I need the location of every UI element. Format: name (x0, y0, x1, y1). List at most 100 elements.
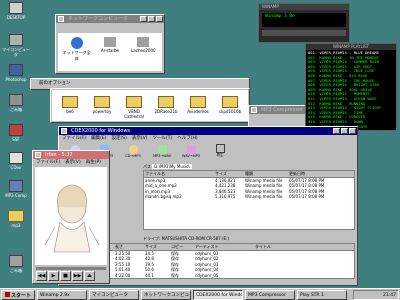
folder-powertoy[interactable]: powertoy (90, 96, 114, 115)
tool-cd-mp3[interactable]: CD→MP3 (120, 144, 146, 158)
taskbar-mp3comp[interactable]: MP3 Compressor (245, 289, 296, 300)
figure-illustration (44, 184, 100, 253)
player-menubar: ファイル(F) 表示(V) 再生(P) (33, 159, 109, 166)
network-content: ネットワーク全体 Ar-starbe Lacheo2000 (58, 33, 162, 71)
maximize-button[interactable] (341, 128, 348, 134)
player-seekbar[interactable] (36, 267, 106, 270)
folder-ckpd[interactable]: ckpd1016b (218, 96, 242, 115)
player-icon (35, 152, 41, 158)
player-menu-view[interactable]: 表示(V) (65, 159, 81, 166)
folder-be6[interactable]: be6 (58, 96, 82, 115)
play-button[interactable]: ▶ (48, 271, 59, 281)
file-row[interactable]: mandri.bgisq.mp3 5,316,975 Winamp media fi… (144, 194, 354, 200)
system-tray-clock: 21:47 (353, 289, 399, 300)
desktop-icon-ssf[interactable]: SSF (2, 124, 30, 142)
desktop-icon-trash[interactable]: ごみ箱 (2, 255, 30, 273)
taskbar-network[interactable]: ネットワークコンピュータ (141, 289, 192, 300)
desktop-icon-my-computer[interactable]: マイコンピュータ (2, 34, 30, 57)
computer-icon (9, 2, 23, 14)
file-cell-date: 05/07/17 8:08 PM (289, 194, 325, 199)
player-window: Irfan - 5:32 ファイル(F) 表示(V) 再生(P) ◀◀ ▶ ■ … (32, 150, 110, 284)
player-controls: ◀◀ ▶ ■ ▶▶ ⏏ (36, 271, 95, 281)
tool-wav-mp3-2[interactable]: WAV→MP3 (178, 144, 204, 158)
cdex-file-pane: パス D:\MP3\My Music\ ファイル名 サイズ 種類 更新日時 an… (143, 163, 355, 233)
desktop-icon-mp3[interactable]: mp3 (2, 210, 30, 228)
menu-help[interactable]: ヘルプ(H) (177, 135, 197, 142)
tool-mp3-wav[interactable]: MP3→WAV (149, 144, 175, 158)
cd-icon (61, 128, 67, 134)
path-label: パス (143, 164, 151, 169)
network-icon (58, 16, 64, 22)
file-cell-name: mandri.bgisq.mp3 (145, 194, 182, 199)
recycle-bin-icon (9, 94, 23, 106)
folder-icon (158, 96, 174, 108)
network-item-ar-starbe[interactable]: Ar-starbe (95, 37, 124, 67)
folder-icon (94, 96, 110, 108)
winamp-titlebar[interactable]: WINAMP (259, 4, 349, 10)
network-window: ネットワークコンピュータ ネットワーク全体 Ar-starbe Lacheo20… (55, 14, 165, 74)
taskbar-cdex[interactable]: CDEX2000 for Windows (193, 289, 244, 300)
player-titlebar[interactable]: Irfan - 5:32 (33, 151, 109, 159)
taskbar-my-computer[interactable]: マイコンピュータ (89, 289, 140, 300)
path-field[interactable]: D:\MP3\My Music\ (152, 164, 192, 169)
folder-window: be6 powertoy VBND Cathedral 2DRace21b Av… (50, 88, 250, 123)
folder-icon (8, 210, 24, 222)
close-button[interactable] (349, 128, 356, 134)
computer-icon (103, 37, 116, 47)
taskbar: スタート Winamp 2.9x マイコンピュータ ネットワークコンピュータ C… (0, 288, 400, 300)
file-cell-size: 5,316,975 (215, 194, 236, 199)
minimize-button[interactable] (333, 128, 340, 134)
menu-settings[interactable]: 設定(S) (111, 135, 126, 142)
mp3-icon (9, 180, 23, 192)
app-icon (9, 124, 23, 136)
desktop-icon-cdex[interactable]: CDex (2, 152, 30, 170)
taskbar-winamp[interactable]: Winamp 2.9x (37, 289, 88, 300)
winamp-main: WINAMP Winamp 3.0e (258, 3, 350, 43)
next-button[interactable]: ▶▶ (72, 271, 83, 281)
folder-vbnd[interactable]: VBND Cathedral (122, 96, 146, 119)
cdex-titlebar[interactable]: CDEX2000 for Windows (59, 127, 357, 135)
mp3-icon (251, 107, 257, 113)
folder-2drace[interactable]: 2DRace21b (154, 96, 178, 115)
menu-file[interactable]: ファイル(F) (62, 135, 86, 142)
network-item-lacheo[interactable]: Lacheo2000 (129, 37, 158, 67)
menu-tools[interactable]: ツール(T) (152, 135, 172, 142)
stop-button[interactable]: ■ (60, 271, 71, 281)
start-button[interactable]: スタート (1, 289, 36, 300)
playlist-items[interactable]: 001. VIPER_RIOMIX - BLUE DREAMS 002. KARM… (306, 50, 396, 130)
winamp-controls[interactable] (262, 30, 346, 36)
eject-button[interactable]: ⏏ (84, 271, 95, 281)
player-menu-play[interactable]: 再生(P) (86, 159, 101, 166)
tool-play[interactable]: 再生 (207, 144, 233, 158)
folder-icon (190, 96, 206, 108)
cd-icon (9, 152, 23, 164)
network-item-entire[interactable]: ネットワーク全体 (62, 37, 91, 67)
recycle-bin-icon (9, 255, 23, 267)
player-menu-file[interactable]: ファイル(F) (36, 159, 60, 166)
drive-info: ドライブ: MATSUSHITA CD-ROM CR-587 (E:) (143, 236, 229, 241)
folder-avisdemos[interactable]: Avisdemos (186, 96, 210, 115)
cd-icon (128, 144, 138, 154)
folder-icon (126, 96, 142, 108)
maximize-button[interactable] (148, 16, 155, 22)
winamp-playlist: WINAMP PLAYLIST 001. VIPER_RIOMIX - BLUE… (305, 43, 397, 131)
file-cell-type: Winamp media file (245, 194, 283, 199)
menu-edit[interactable]: 編集(E) (91, 135, 106, 142)
folder-icon (222, 96, 238, 108)
network-window-titlebar[interactable]: ネットワークコンピュータ (56, 15, 164, 23)
close-button[interactable] (156, 16, 163, 22)
photoshop-icon (9, 64, 23, 76)
menu-view[interactable]: 表示(V) (132, 135, 148, 142)
file-list[interactable]: ファイル名 サイズ 種類 更新日時 anne.mp3 4,130,021 Winam… (143, 170, 355, 230)
taskbar-player[interactable]: Play STR 1 (297, 289, 348, 300)
prev-button[interactable]: ◀◀ (36, 271, 47, 281)
desktop-icon-photoshop[interactable]: Photoshop (2, 64, 30, 82)
minimize-button[interactable] (140, 16, 147, 22)
desktop-icon-mp3comp[interactable]: MP3 Comp (2, 180, 30, 198)
desktop-icon-desktop[interactable]: DESKTOP (2, 2, 30, 20)
wave-icon (186, 144, 196, 154)
desktop-icon-recycle[interactable]: ごみ箱 (2, 94, 30, 112)
folder-icon (62, 96, 78, 108)
winamp-display: Winamp 3.0e (262, 13, 346, 27)
globe-icon (70, 37, 83, 49)
